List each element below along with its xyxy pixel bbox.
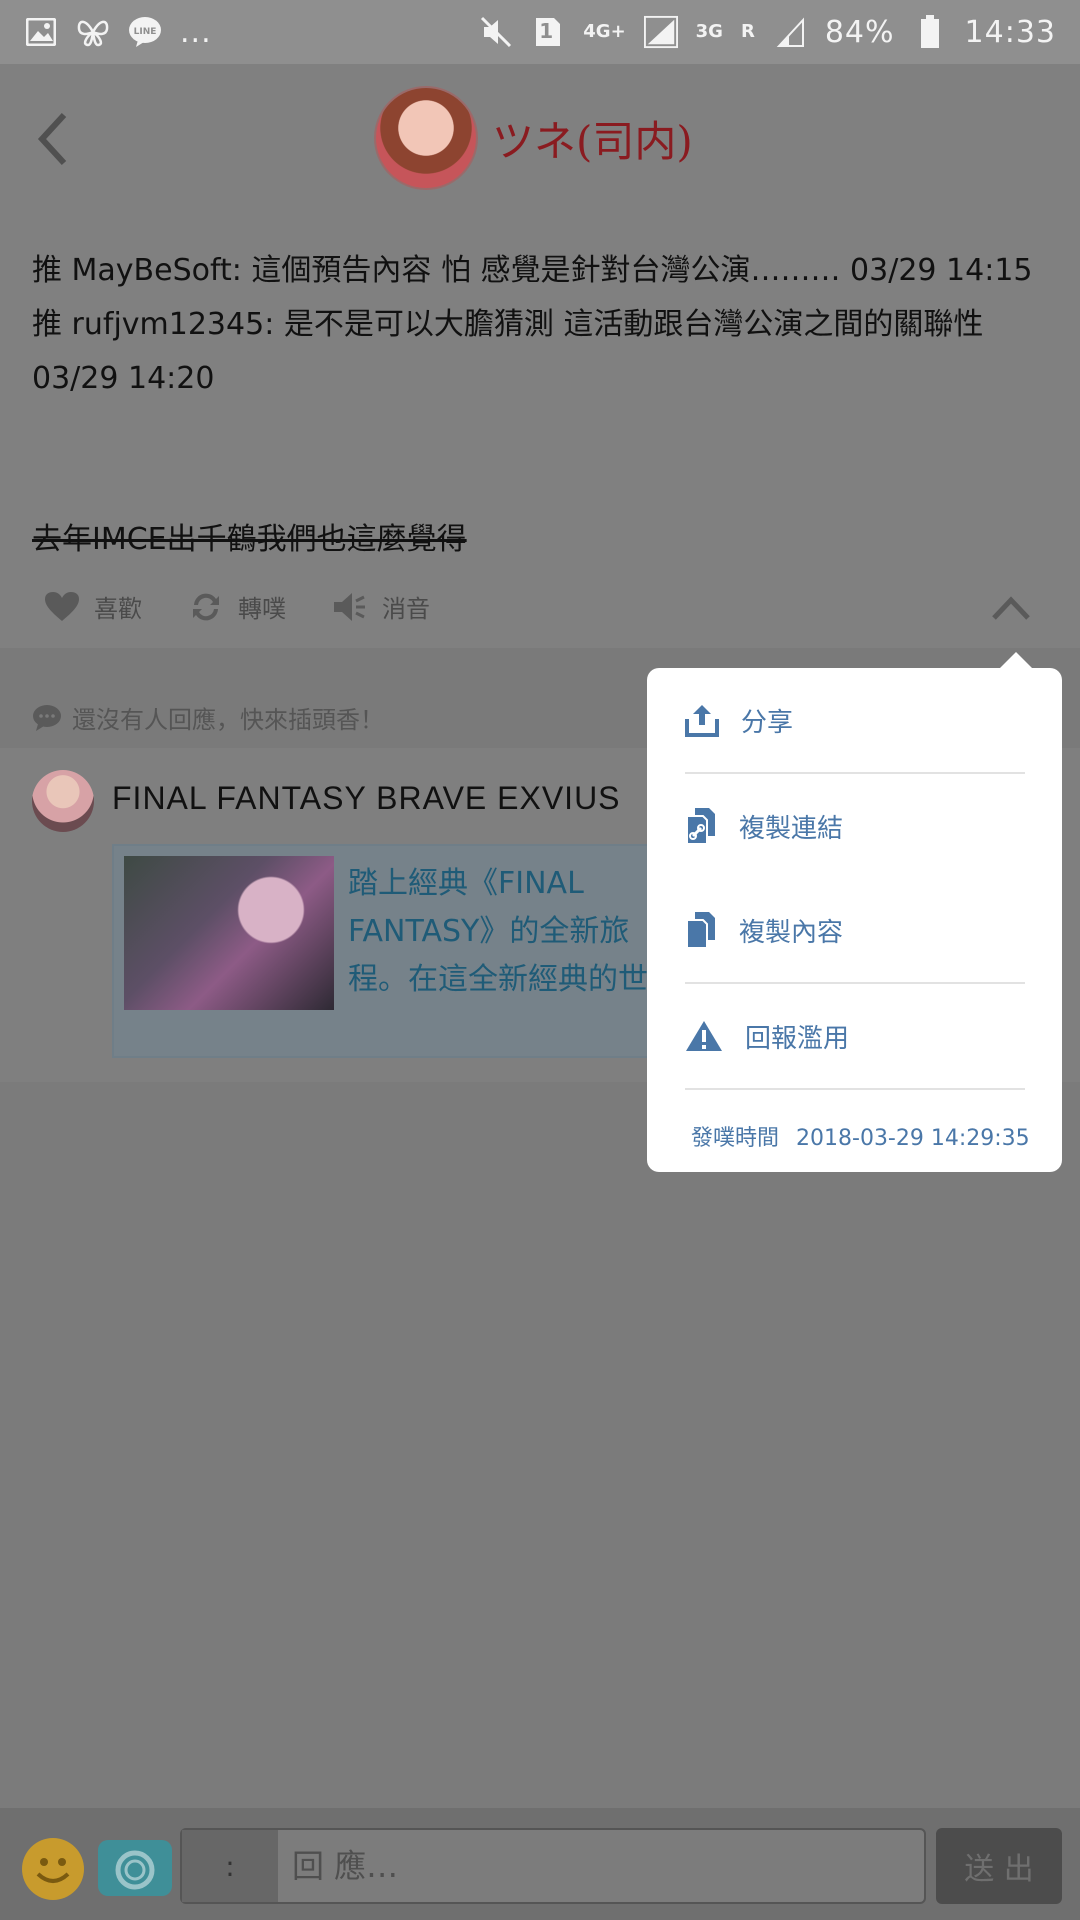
avatar[interactable]: [374, 86, 478, 190]
status-right: 1 4G+ 3G R 84% 14:33: [479, 15, 1056, 50]
timestamp-value: 2018-03-29 14:29:35: [796, 1126, 1030, 1151]
popup-caret: [1000, 652, 1032, 668]
copy-content-label: 複製內容: [739, 917, 844, 948]
warning-icon: [686, 1021, 722, 1051]
butterfly-icon: [76, 15, 110, 49]
replurk-icon: [193, 593, 219, 620]
plurk-content: 推 MayBeSoft: 這個預告內容 怕 感覺是針對台灣公演……… 03/29…: [0, 214, 1080, 648]
username[interactable]: ツネ(司内): [492, 108, 693, 169]
roaming-indicator: R: [740, 21, 755, 42]
plurk-header: ツネ(司内): [0, 64, 1080, 214]
menu-item-copy-link[interactable]: 複製連結: [685, 774, 1025, 878]
status-left: LINE ...: [24, 15, 212, 50]
post-line-1: 推 MayBeSoft: 這個預告內容 怕 感覺是針對台灣公演……… 03/29…: [32, 253, 1033, 288]
image-icon: [24, 15, 58, 49]
battery-icon: [913, 15, 947, 49]
signal-icon: [643, 15, 678, 49]
menu-item-report[interactable]: 回報濫用: [685, 984, 1025, 1088]
sim-number: 1: [539, 19, 554, 43]
camera-button[interactable]: [98, 1840, 172, 1896]
menu-separator: [685, 1088, 1025, 1090]
network-4g: 4G+: [583, 21, 626, 42]
ad-avatar[interactable]: [32, 770, 94, 832]
back-button[interactable]: [30, 109, 80, 169]
share-icon: [685, 705, 719, 737]
plurk-actions: 喜歡 轉噗 消音: [44, 589, 430, 624]
chevron-left-icon: [37, 112, 67, 166]
post-line-2: 推 rufjvm12345: 是不是可以大膽猜測 這活動跟台灣公演之間的關聯性 …: [32, 307, 984, 396]
svg-text:LINE: LINE: [134, 27, 157, 37]
collapse-button[interactable]: [990, 590, 1032, 626]
menu-item-share[interactable]: 分享: [685, 668, 1025, 772]
reply-input[interactable]: [278, 1830, 922, 1902]
reply-bar: : 送 出: [0, 1808, 1080, 1920]
menu-item-copy-content[interactable]: 複製內容: [685, 878, 1025, 982]
ad-card[interactable]: 踏上經典《FINAL FANTASY》的全新旅程。在這全新經典的世界中，召集各路…: [112, 844, 712, 1058]
heart-icon: [45, 591, 79, 621]
share-label: 分享: [741, 707, 794, 738]
qualifier-selector[interactable]: :: [182, 1830, 278, 1902]
signal-2-icon: [773, 15, 807, 49]
like-label: 喜歡: [94, 595, 142, 623]
plurk-timestamp: 發噗時間 2018-03-29 14:29:35: [691, 1120, 1030, 1152]
status-bar: LINE ... 1 4G+ 3G R 84% 14:33: [0, 0, 1080, 64]
no-reply-text: 還沒有人回應，快來插頭香！: [72, 706, 384, 734]
report-label: 回報濫用: [745, 1023, 850, 1054]
sim-icon: 1: [531, 15, 565, 49]
ad-text: 踏上經典《FINAL FANTASY》的全新旅程。在這全新經典的世界中，召集各路…: [348, 866, 678, 997]
mute-icon: [479, 15, 513, 49]
chevron-up-icon: [992, 596, 1030, 620]
network-3g: 3G: [695, 21, 723, 42]
post-text: 推 MayBeSoft: 這個預告內容 怕 感覺是針對台灣公演……… 03/29…: [32, 244, 1052, 406]
line-app-icon: LINE: [128, 15, 162, 49]
ad-image[interactable]: [124, 856, 334, 1010]
emoji-button[interactable]: [22, 1838, 84, 1900]
copy-link-icon: [686, 808, 715, 845]
post-strike-text: 去年IMCE出千鶴我們也這麼覺得: [32, 522, 467, 557]
speaker-icon: [334, 592, 365, 621]
speech-bubble-icon: [33, 704, 61, 731]
replurk-label: 轉噗: [238, 595, 286, 623]
like-button[interactable]: 喜歡: [44, 589, 142, 624]
send-button[interactable]: 送 出: [936, 1828, 1062, 1904]
profile[interactable]: ツネ(司内): [374, 86, 693, 190]
copy-link-label: 複製連結: [739, 813, 844, 844]
battery-percent: 84%: [824, 14, 895, 50]
reply-box: :: [180, 1828, 926, 1904]
mute-label: 消音: [382, 595, 430, 623]
status-more: ...: [180, 14, 212, 50]
clock: 14:33: [964, 14, 1056, 50]
replurk-button[interactable]: 轉噗: [188, 589, 286, 624]
camera-icon: [115, 1850, 155, 1890]
no-reply-message: 還沒有人回應，快來插頭香！: [32, 700, 384, 735]
copy-icon: [686, 912, 715, 949]
timestamp-label: 發噗時間: [691, 1126, 780, 1151]
ad-title[interactable]: FINAL FANTASY BRAVE EXVIUS: [112, 780, 621, 817]
mute-button[interactable]: 消音: [332, 589, 430, 624]
plurk-options-menu: 分享 複製連結 複製內容 回報濫用 發噗時間 2018-03-29 14:29:…: [647, 652, 1062, 1172]
smiley-icon: [36, 1858, 70, 1883]
